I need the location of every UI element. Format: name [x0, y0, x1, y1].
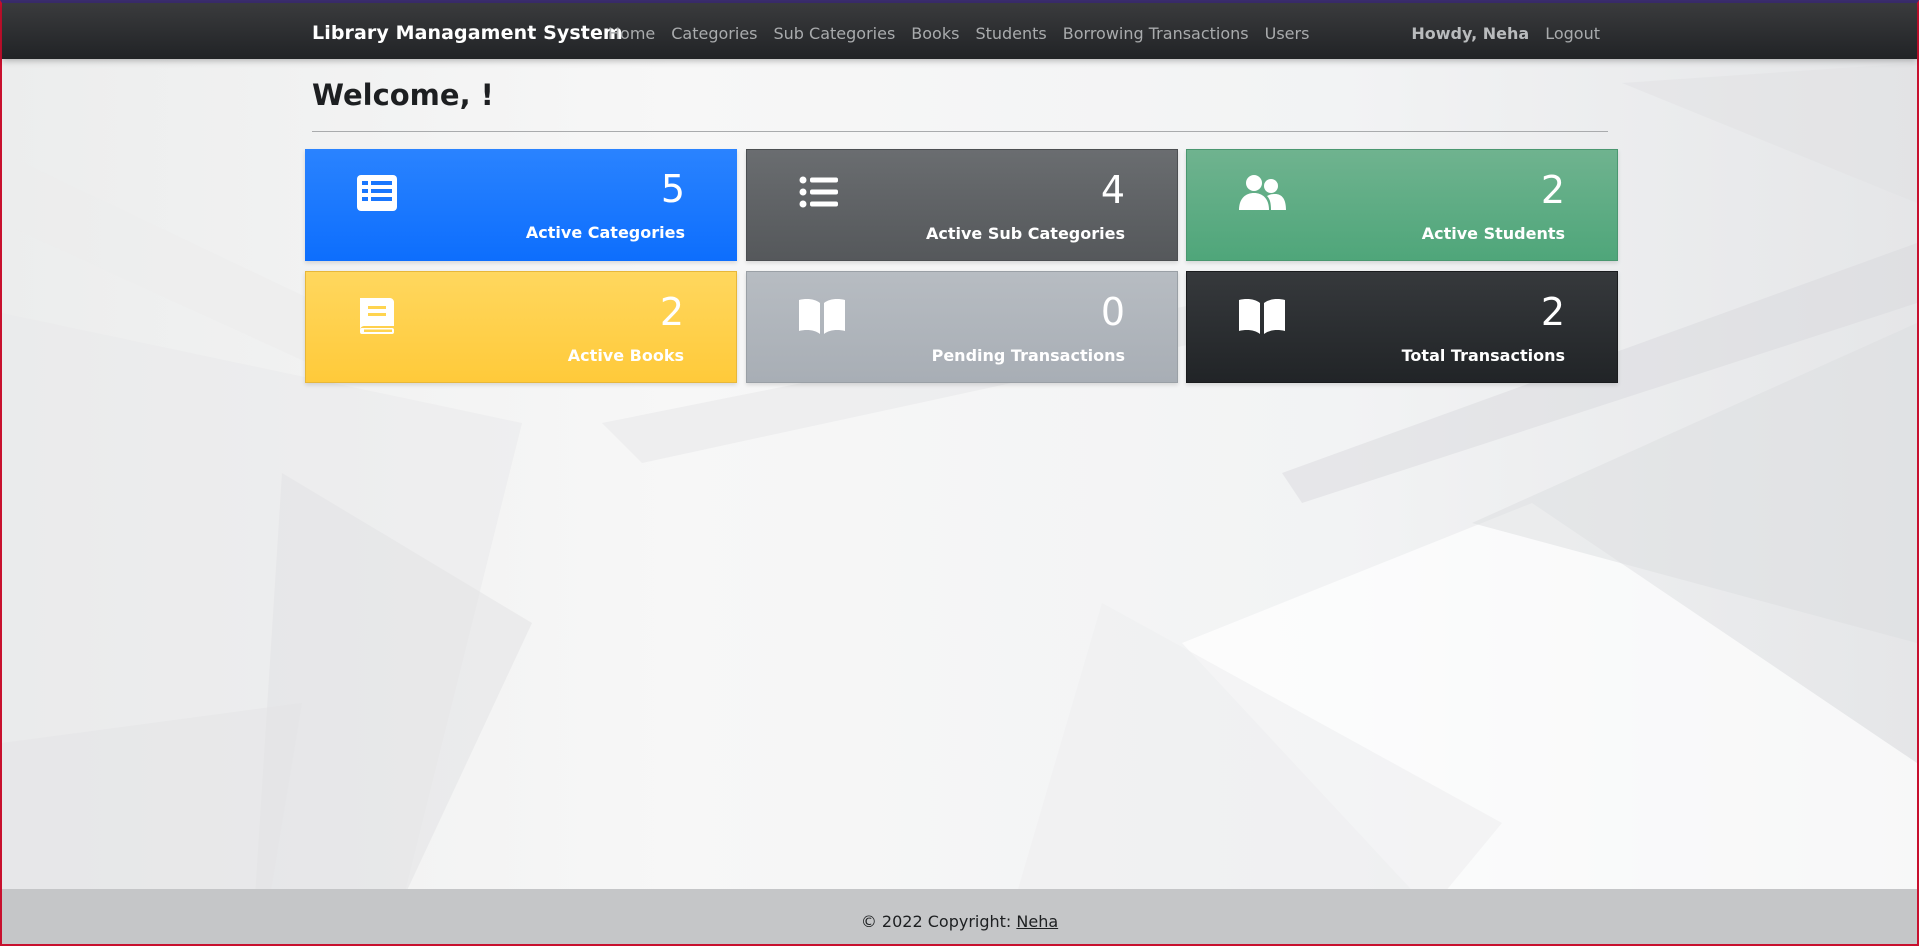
card-total-transactions[interactable]: 2 Total Transactions: [1186, 271, 1618, 383]
nav-link-categories[interactable]: Categories: [671, 24, 757, 43]
nav-link-users[interactable]: Users: [1265, 24, 1310, 43]
card-active-students[interactable]: 2 Active Students: [1186, 149, 1618, 261]
user-greeting[interactable]: Howdy, Neha: [1411, 24, 1529, 43]
background-pattern: [2, 3, 1917, 944]
page-title: Welcome, !: [312, 78, 494, 112]
card-label: Active Books: [567, 346, 684, 365]
user-menu: Howdy, Neha Logout: [1411, 24, 1600, 43]
open-book-icon: [1239, 299, 1285, 334]
card-active-books[interactable]: 2 Active Books: [305, 271, 737, 383]
card-value: 2: [1540, 290, 1565, 334]
card-label: Active Categories: [525, 223, 685, 242]
card-label: Total Transactions: [1401, 346, 1565, 365]
open-book-icon: [799, 299, 845, 334]
card-value: 2: [1540, 168, 1565, 212]
card-label: Active Students: [1421, 224, 1565, 243]
card-value: 4: [1100, 168, 1125, 212]
card-active-categories[interactable]: 5 Active Categories: [305, 149, 737, 261]
nav-link-home[interactable]: Home: [608, 24, 655, 43]
nav-link-borrowing-transactions[interactable]: Borrowing Transactions: [1063, 24, 1249, 43]
book-icon: [360, 298, 394, 334]
card-value: 2: [659, 290, 684, 334]
users-icon: [1239, 175, 1286, 210]
card-value: 5: [660, 167, 685, 211]
page-footer: © 2022 Copyright: Neha: [2, 889, 1917, 944]
logout-link[interactable]: Logout: [1545, 24, 1600, 43]
nav-link-books[interactable]: Books: [911, 24, 959, 43]
copyright-text: © 2022 Copyright:: [860, 912, 1017, 931]
brand-link[interactable]: Library Managament System: [312, 22, 623, 44]
card-value: 0: [1100, 290, 1125, 334]
title-divider: [312, 131, 1608, 132]
nav-link-students[interactable]: Students: [975, 24, 1046, 43]
card-label: Active Sub Categories: [925, 224, 1125, 243]
list-icon: [799, 176, 838, 208]
top-navbar: Library Managament System Home Categorie…: [2, 3, 1917, 59]
table-list-icon: [357, 175, 397, 211]
card-active-sub-categories[interactable]: 4 Active Sub Categories: [746, 149, 1178, 261]
nav-links: Home Categories Sub Categories Books Stu…: [608, 24, 1325, 43]
card-pending-transactions[interactable]: 0 Pending Transactions: [746, 271, 1178, 383]
card-label: Pending Transactions: [931, 346, 1125, 365]
nav-link-sub-categories[interactable]: Sub Categories: [774, 24, 896, 43]
footer-author-link[interactable]: Neha: [1016, 912, 1058, 931]
footer-copyright: © 2022 Copyright: Neha: [2, 912, 1917, 931]
